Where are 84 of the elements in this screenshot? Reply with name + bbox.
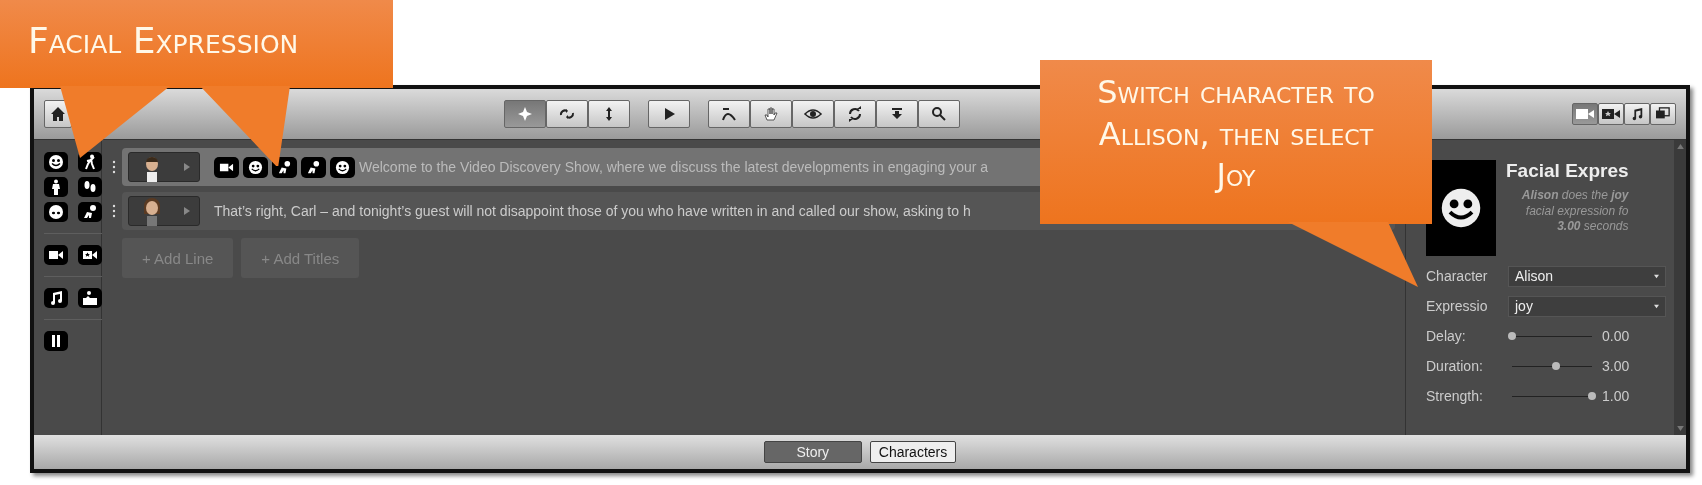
dialogue-text: Welcome to the Video Discovery Show, where we discuss the latest developments in engaging your a [359, 159, 989, 175]
dialogue-text: That’s right, Carl – and tonight’s guest will not disappoint those of you who have written in and called our show, asking to h [214, 203, 971, 219]
drop-tool-button[interactable] [876, 100, 918, 128]
view-button[interactable] [1598, 103, 1624, 125]
crawl-action-button[interactable] [78, 202, 102, 222]
run-action-button[interactable] [78, 152, 102, 172]
view-tab[interactable]: Story [763, 441, 862, 463]
character-picker[interactable] [128, 152, 200, 182]
picture-icon [82, 290, 98, 306]
eye-tool-button[interactable] [792, 100, 834, 128]
slider-label: Duration: [1426, 358, 1484, 374]
refresh-button[interactable] [834, 100, 876, 128]
play-arrow-icon [183, 162, 191, 172]
face-icon [248, 159, 263, 175]
action-summary: Alison does the joy facial expression fo 3.00 seconds [1521, 188, 1629, 235]
eye-icon [804, 106, 822, 122]
view-button[interactable] [1650, 103, 1676, 125]
mode-button[interactable] [588, 100, 630, 128]
star-camera-icon [1602, 108, 1620, 120]
eyes-action-button[interactable] [44, 202, 68, 222]
run-icon [82, 154, 98, 170]
smiley-icon [1439, 186, 1483, 230]
slider-thumb[interactable] [1552, 361, 1560, 370]
dropdown-caret-icon [1654, 303, 1659, 309]
crawl-icon [82, 204, 98, 220]
panel-title: Facial Expres [1506, 160, 1629, 182]
pause-action-button[interactable] [44, 331, 68, 351]
rotate-icon [559, 106, 575, 122]
crawl-icon [277, 159, 292, 175]
play-arrow-icon [183, 206, 191, 216]
callout: Facial Expression [0, 0, 393, 88]
camera-action-button[interactable] [44, 245, 68, 265]
field-label: Character [1426, 268, 1489, 284]
face-action-button[interactable] [330, 156, 355, 178]
view-tab[interactable]: Characters [869, 441, 957, 463]
slider-thumb[interactable] [1508, 331, 1516, 340]
video-camera-icon [1576, 108, 1594, 120]
crawl-action-button[interactable] [301, 156, 326, 178]
face-icon [335, 159, 350, 175]
camera-action-button[interactable] [214, 156, 239, 178]
slider-value: 0.00 [1602, 328, 1630, 344]
crawl-icon [306, 159, 321, 175]
play-button[interactable] [648, 100, 690, 128]
down-arrow-icon [889, 106, 905, 122]
face-icon [48, 154, 64, 170]
search-icon [931, 106, 947, 122]
home-icon [50, 106, 66, 122]
scrollbar[interactable] [1674, 140, 1686, 435]
mode-button[interactable] [546, 100, 588, 128]
view-button[interactable] [1624, 103, 1650, 125]
slider-label: Strength: [1426, 388, 1484, 404]
face-action-button[interactable] [44, 152, 68, 172]
arc-tool-button[interactable] [708, 100, 750, 128]
media-stack-icon [1655, 107, 1671, 121]
steps-action-button[interactable] [78, 177, 102, 197]
search-button[interactable] [918, 100, 960, 128]
slider-thumb[interactable] [1588, 391, 1596, 400]
character-picker[interactable] [128, 196, 200, 226]
refresh-icon [847, 106, 863, 122]
eyes-icon [48, 204, 64, 220]
steps-icon [82, 179, 98, 195]
drag-handle-icon[interactable] [112, 160, 116, 174]
music-note-icon [1630, 107, 1644, 121]
starcam-action-button[interactable] [78, 245, 102, 265]
arc-icon [721, 106, 737, 122]
music-icon [48, 290, 64, 306]
face-action-button[interactable] [243, 156, 268, 178]
stand-action-button[interactable] [44, 177, 68, 197]
field-label: Expressio [1426, 298, 1489, 314]
slider-label: Delay: [1426, 328, 1467, 344]
slider-value: 1.00 [1602, 388, 1630, 404]
slider-value: 3.00 [1602, 358, 1630, 374]
hand-icon [763, 106, 779, 122]
drag-handle-icon[interactable] [112, 204, 116, 218]
picture-action-button[interactable] [78, 288, 102, 308]
move-icon [517, 106, 533, 122]
music-action-button[interactable] [44, 288, 68, 308]
scroll-up-icon [1676, 144, 1684, 149]
dropdown-caret-icon [1654, 273, 1659, 279]
scroll-down-icon [1676, 426, 1684, 431]
callout: Switch character to Allison, then select Joy [1040, 60, 1432, 224]
dropdown[interactable]: Alison [1508, 265, 1666, 287]
hand-tool-button[interactable] [750, 100, 792, 128]
dropdown[interactable]: joy [1508, 295, 1666, 317]
